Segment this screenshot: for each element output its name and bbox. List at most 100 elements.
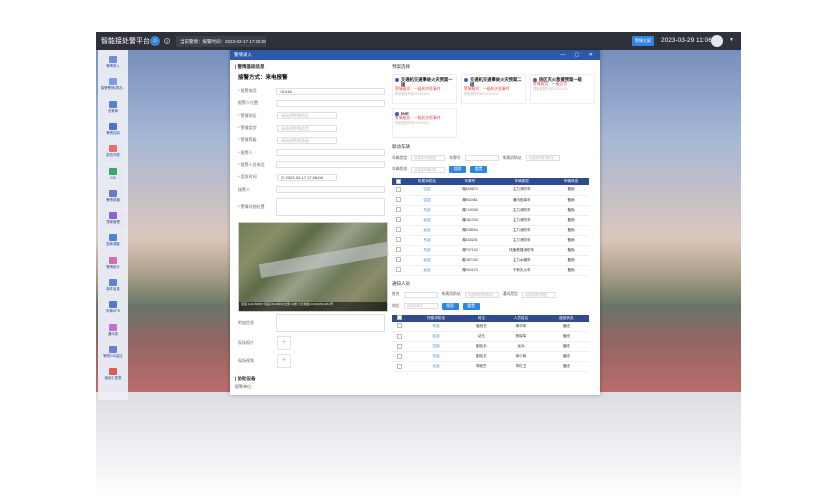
- sidebar-item[interactable]: 警情GIS监控: [100, 343, 126, 364]
- row-checkbox[interactable]: [392, 225, 405, 236]
- row-checkbox[interactable]: [392, 205, 405, 216]
- vehicle-row[interactable]: 北站 湘H01123 干粉灭火车 备勤: [392, 265, 589, 276]
- people-station-select[interactable]: 请选择所属消防站: [464, 291, 499, 298]
- vehicle-status-select[interactable]: 请选择车辆状态: [411, 166, 446, 173]
- vehicle-reset-button[interactable]: 重置: [470, 166, 488, 173]
- photo-upload-button[interactable]: +: [277, 335, 291, 350]
- checkbox[interactable]: [395, 267, 401, 272]
- station-select[interactable]: 请选择所属消防站: [525, 155, 560, 161]
- alarm-screen-button[interactable]: 警情大屏: [632, 36, 654, 46]
- row-checkbox[interactable]: [392, 235, 405, 246]
- vehicle-row[interactable]: 东站 湘A33201 主力消防车 备勤: [392, 235, 589, 246]
- row-checkbox[interactable]: [392, 215, 405, 226]
- column-header[interactable]: 人员姓名: [498, 314, 544, 322]
- checkbox[interactable]: [397, 353, 403, 359]
- sidebar-item[interactable]: 警情录播: [100, 187, 126, 208]
- plan-card[interactable]: 交通机交通事故火灾预案一级 警情级别：一级机关惩事件 预案更新时间2023/05/1…: [392, 74, 457, 104]
- sidebar-item[interactable]: 接警警情(再次...: [100, 76, 126, 97]
- vehicle-row[interactable]: 空站 湘A05672 主力消防车 备勤: [392, 185, 589, 196]
- sidebar-item[interactable]: 指挥调度: [100, 232, 126, 253]
- column-header[interactable]: 车辆状态: [553, 178, 589, 185]
- checkbox[interactable]: [397, 323, 403, 329]
- person-row[interactable]: 空站 副站长 龙兵 值班: [392, 341, 589, 352]
- checkbox[interactable]: [395, 207, 401, 212]
- sidebar-item[interactable]: 预案管理: [100, 210, 126, 231]
- checkbox[interactable]: [395, 257, 401, 262]
- field-input[interactable]: 01418: [276, 87, 385, 95]
- people-search-button[interactable]: 搜索: [441, 302, 459, 310]
- checkbox[interactable]: [395, 217, 401, 222]
- sidebar-item[interactable]: 警情统计: [100, 254, 126, 275]
- comm-type-select[interactable]: 请选择通讯类型: [521, 291, 556, 298]
- field-input[interactable]: [276, 186, 385, 194]
- checkbox[interactable]: [397, 363, 403, 369]
- vehicle-row[interactable]: 北站 湘D61234 主力消防车 备勤: [392, 215, 589, 226]
- column-header[interactable]: 所属消防站: [404, 178, 450, 185]
- satellite-map[interactable]: 经度:1112.80607 纬度:36.60939 比例 30米 ©天地图 GS…: [238, 221, 390, 312]
- post-select[interactable]: 请选择岗位: [403, 303, 438, 309]
- field-input[interactable]: [276, 99, 385, 107]
- sidebar-item[interactable]: 车辆GPS: [100, 299, 126, 320]
- sidebar-item[interactable]: GIS: [100, 165, 126, 186]
- field-input[interactable]: 请选择警情等级: [277, 136, 337, 144]
- field-input[interactable]: [276, 149, 385, 157]
- checkbox[interactable]: [397, 343, 403, 349]
- vehicle-row[interactable]: 东站 湘F07102 快速救援消防车 备勤: [392, 245, 589, 256]
- row-checkbox[interactable]: [392, 321, 408, 332]
- checkbox[interactable]: [395, 237, 401, 242]
- column-header[interactable]: 所属消防站: [407, 314, 465, 322]
- plan-card[interactable]: 扬区灭火救援预案一级 警情级别：一级火灾 预案更新时间2023/05/11: [530, 74, 595, 104]
- checkbox[interactable]: [395, 186, 401, 192]
- select-all-checkbox[interactable]: [392, 314, 408, 322]
- row-checkbox[interactable]: [392, 351, 408, 362]
- sidebar-item[interactable]: 警情控制: [100, 120, 126, 141]
- row-checkbox[interactable]: [392, 255, 405, 266]
- row-checkbox[interactable]: [392, 331, 408, 342]
- row-checkbox[interactable]: [392, 341, 408, 352]
- sidebar-item[interactable]: 报告列表: [100, 143, 126, 164]
- row-checkbox[interactable]: [392, 245, 405, 256]
- person-row[interactable]: 东站 值班长 蒋华军 值班: [392, 321, 589, 332]
- window-controls[interactable]: — ▢ ✕: [560, 50, 597, 60]
- help-icon[interactable]: ?: [164, 38, 170, 44]
- sidebar-item[interactable]: 事件信息: [100, 277, 126, 297]
- name-input[interactable]: [403, 291, 438, 298]
- people-reset-button[interactable]: 重置: [462, 302, 480, 310]
- row-checkbox[interactable]: [392, 195, 405, 206]
- vehicle-row[interactable]: 东站 湘C19205 主力消防车 备勤: [392, 205, 589, 216]
- sidebar-item[interactable]: 警情录入: [100, 54, 126, 74]
- checkbox[interactable]: [395, 178, 401, 184]
- attach-textarea[interactable]: [276, 313, 385, 332]
- checkbox[interactable]: [395, 247, 401, 252]
- vehicle-row[interactable]: 北站 湘G87102 主力水罐车 备勤: [392, 255, 589, 266]
- vehicle-row[interactable]: 北站 湘E28094 主力消防车 备勤: [392, 225, 589, 236]
- field-input[interactable]: 请选择警情类型: [277, 124, 337, 132]
- column-header[interactable]: 值班状态: [543, 314, 589, 322]
- field-input[interactable]: [276, 197, 385, 216]
- vehicle-row[interactable]: 空站 湘B02461 通讯指挥车 备勤: [392, 195, 589, 206]
- row-checkbox[interactable]: [392, 265, 405, 276]
- person-row[interactable]: 北站 站长 蔡晓军 值班: [392, 331, 589, 342]
- sidebar-item[interactable]: 通讯录: [100, 321, 126, 342]
- checkbox[interactable]: [397, 315, 403, 320]
- person-row[interactable]: 北站 驾驶员 李红卫 值班: [392, 361, 589, 372]
- user-avatar[interactable]: [711, 35, 723, 47]
- field-input[interactable]: ◷ 2023-02-17 17:28:08: [277, 173, 337, 181]
- row-checkbox[interactable]: [392, 185, 405, 196]
- vehicle-type-select[interactable]: 请选择车辆类型: [411, 155, 446, 161]
- sidebar-item[interactable]: 值班汇报表: [100, 366, 126, 387]
- row-checkbox[interactable]: [392, 361, 408, 372]
- chevron-down-icon[interactable]: ▼: [729, 37, 734, 43]
- plate-input[interactable]: [464, 155, 499, 161]
- person-row[interactable]: 东站 副站长 徐小辉 值班: [392, 351, 589, 362]
- plan-card[interactable]: test 警情级别：一级机关惩事件 预案更新时间2023/05/11: [392, 108, 457, 138]
- column-header[interactable]: 车牌号: [449, 178, 491, 185]
- column-header[interactable]: 岗位: [464, 314, 499, 322]
- home-icon[interactable]: ⌂: [150, 36, 160, 46]
- field-input[interactable]: 请选择警情地区: [277, 112, 337, 120]
- current-alarm-bar[interactable]: 当前警情：报警时间：2023-02-17 17:28:08: [176, 35, 266, 47]
- checkbox[interactable]: [395, 197, 401, 202]
- checkbox[interactable]: [395, 227, 401, 232]
- select-all-checkbox[interactable]: [392, 178, 405, 185]
- video-upload-button[interactable]: +: [277, 353, 291, 368]
